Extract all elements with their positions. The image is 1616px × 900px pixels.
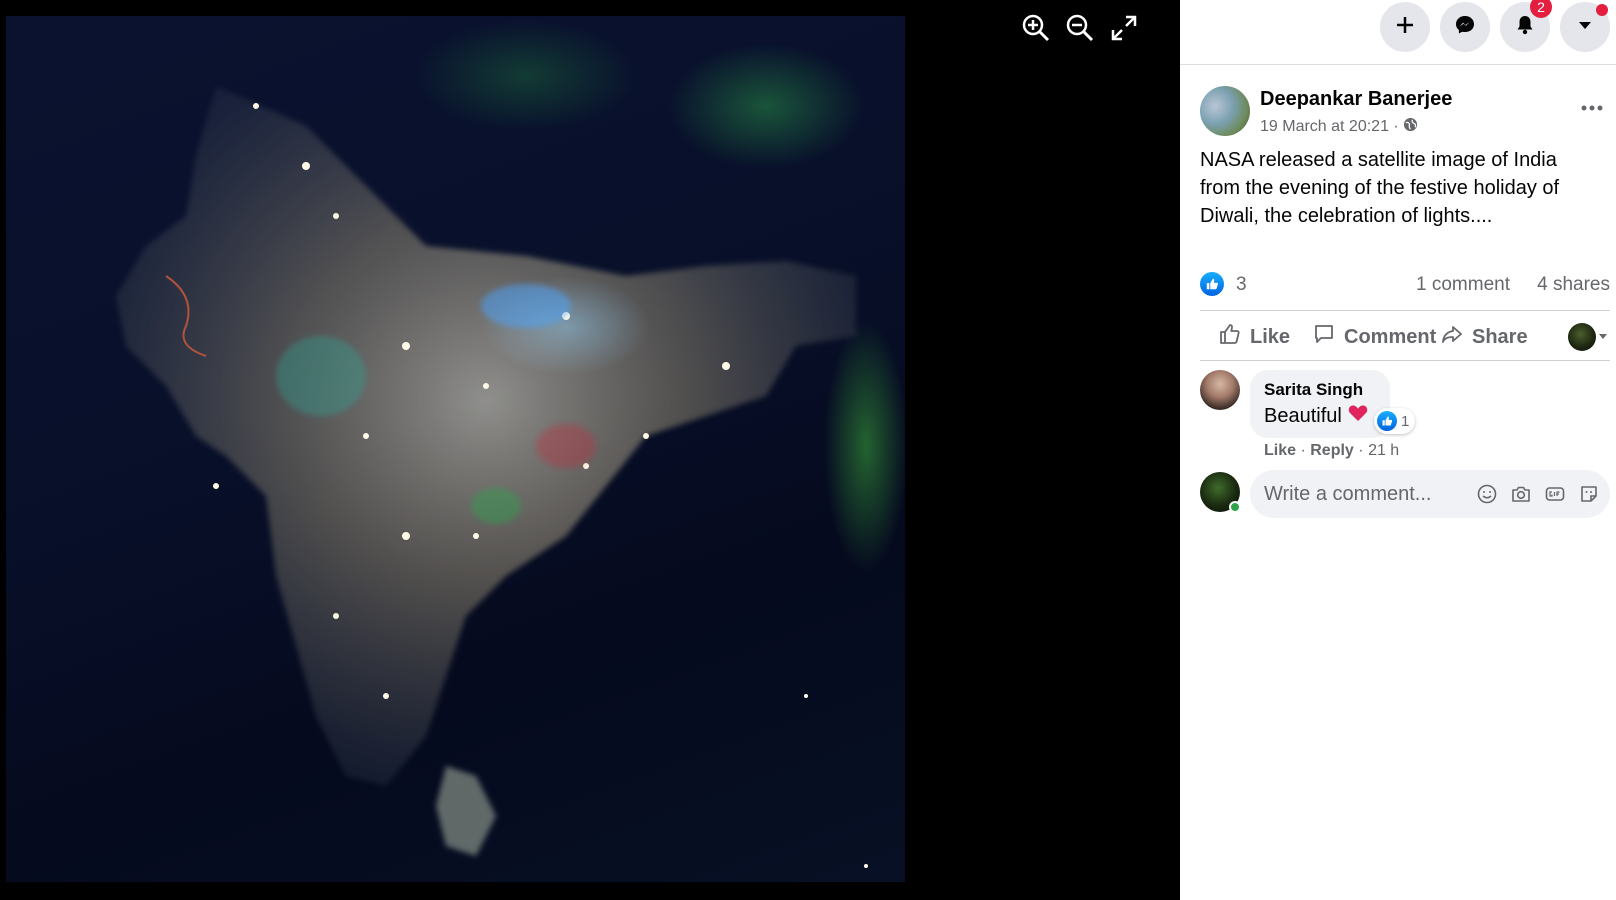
gif-icon[interactable] [1544,483,1566,505]
share-button[interactable]: Share [1440,318,1528,356]
share-icon [1440,322,1464,352]
post-panel: 2 Deepankar Banerjee 19 March at 20:21 ·… [1180,0,1616,900]
post-text: NASA released a satellite image of India… [1200,149,1560,227]
reaction-summary: 3 1 comment 4 shares [1200,270,1610,300]
account-menu-button[interactable] [1560,2,1610,52]
like-button[interactable]: Like [1218,318,1290,356]
comment-count[interactable]: 1 comment [1416,274,1510,296]
comment-item: Sarita Singh Beautiful 1 Like · Reply · … [1200,370,1610,460]
plus-icon [1394,14,1416,41]
reaction-count[interactable]: 3 [1236,274,1247,296]
comment-actions: Like · Reply · 21 h [1264,442,1400,459]
comment-reaction[interactable]: 1 [1374,408,1416,434]
messenger-button[interactable] [1440,2,1490,52]
comment-reply-link[interactable]: Reply [1310,442,1354,459]
comment-time[interactable]: 21 h [1368,442,1399,459]
notifications-button[interactable]: 2 [1500,0,1552,52]
bell-icon [1514,14,1536,41]
comment-like-link[interactable]: Like [1264,442,1296,459]
globe-icon [1403,117,1418,137]
caret-down-icon [1598,328,1608,346]
caret-down-icon [1574,14,1596,41]
profile-avatar [1568,323,1596,351]
more-options-icon[interactable] [1574,90,1610,126]
post-header: Deepankar Banerjee 19 March at 20:21 · [1200,86,1610,136]
sticker-icon[interactable] [1578,483,1600,505]
comment-composer [1200,470,1610,518]
camera-icon[interactable] [1510,483,1532,505]
comment-icon [1312,322,1336,352]
top-bar: 2 [1180,0,1616,65]
comment-body: Beautiful [1264,404,1376,428]
author-avatar[interactable] [1200,86,1250,136]
alert-dot [1596,4,1608,16]
comment-input-box [1250,470,1610,518]
comment-bubble: Sarita Singh Beautiful [1250,370,1390,438]
photo-viewer [0,0,1180,900]
comment-button[interactable]: Comment [1312,318,1436,356]
india-night-lights-image [116,86,868,868]
emoji-icon[interactable] [1476,483,1498,505]
share-label: Share [1472,325,1528,348]
create-button[interactable] [1380,2,1430,52]
divider [1200,360,1610,361]
zoom-out-icon[interactable] [1062,10,1098,46]
comment-input[interactable] [1264,470,1464,518]
fullscreen-icon[interactable] [1106,10,1142,46]
post-actions: Like Comment Share [1200,312,1610,362]
thumbs-up-icon [1218,322,1242,352]
like-reaction-icon[interactable] [1200,272,1224,296]
divider [1200,310,1610,311]
online-status-dot [1229,501,1241,513]
notification-badge: 2 [1530,0,1552,18]
zoom-in-icon[interactable] [1018,10,1054,46]
like-label: Like [1250,325,1291,348]
heart-icon [1348,404,1368,428]
comment-reaction-count: 1 [1401,412,1410,430]
satellite-photo[interactable] [6,16,905,882]
comment-label: Comment [1344,325,1437,348]
post-meta: 19 March at 20:21 · [1260,117,1418,137]
messenger-icon [1454,14,1476,41]
commenter-avatar[interactable] [1200,370,1240,410]
like-reaction-icon [1377,411,1397,431]
share-count[interactable]: 4 shares [1537,274,1610,296]
author-name[interactable]: Deepankar Banerjee [1260,88,1452,111]
comment-text: Beautiful [1264,404,1342,427]
post-timestamp[interactable]: 19 March at 20:21 · [1260,118,1399,136]
viewer-toolbar [1000,10,1180,50]
commenter-name[interactable]: Sarita Singh [1264,380,1376,400]
reply-as-selector[interactable] [1568,322,1610,352]
